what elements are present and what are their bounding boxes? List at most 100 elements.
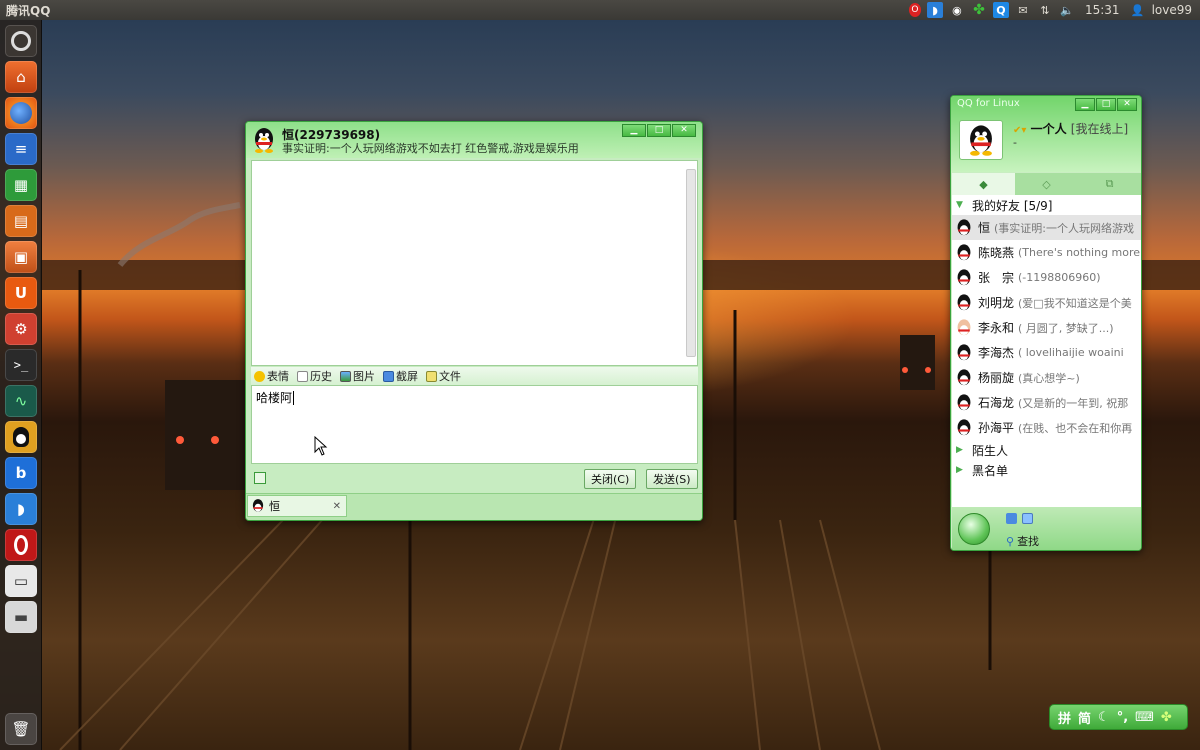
home-folder-button[interactable]: ⌂ [5,61,37,93]
friend-row[interactable]: 恒 (事实证明:一个人玩网络游戏 [952,215,1141,240]
emoticon-button[interactable]: 表情 [254,368,289,384]
expanded-arrow-icon: ▼ [956,200,963,210]
message-history[interactable] [251,160,698,366]
maximize-icon[interactable]: □ [1096,98,1116,111]
main-menu-button[interactable] [958,513,990,545]
close-chat-button[interactable]: 关闭(C) [584,469,637,489]
send-button[interactable]: 发送(S) [646,469,698,489]
group-chat-icon: ◇ [1042,177,1051,191]
minimize-icon[interactable]: ▁ [622,124,646,137]
opera-logo-icon [14,535,28,555]
tab-groups[interactable]: ◇ [1015,173,1078,195]
friend-row[interactable]: 石海龙 (又是新的一年到, 祝那 [952,390,1141,415]
message-scrollbar[interactable] [686,169,696,357]
clover-icon[interactable]: ✤ [971,2,987,18]
dash-home-button[interactable] [5,25,37,57]
close-icon[interactable]: ✕ [1117,98,1137,111]
group-my-friends[interactable]: ▼ 我的好友 [5/9] [952,195,1141,215]
image-button[interactable]: 图片 [340,368,375,384]
friend-avatar-icon [957,418,971,435]
friend-row[interactable]: 李海杰( lovelihaijie woaini [952,340,1141,365]
chat-window[interactable]: 恒(229739698) 事实证明:一个人玩网络游戏不如去打 红色警戒,游戏是娱… [245,121,703,521]
history-icon [297,370,308,382]
chat-tab[interactable]: 恒 ✕ [247,495,347,517]
ubuntu-one-icon: U [14,284,28,302]
friend-row[interactable]: 刘明龙 (爱□我不知道这是个美 [952,290,1141,315]
friend-row[interactable]: 李永和( 月圆了, 梦缺了...) [952,315,1141,340]
friend-name: 李永和 [978,321,1015,335]
trash-button[interactable]: 🗑 [5,713,37,745]
input-method-bar[interactable]: 拼 简 ☾ °, ⌨ ✤ [1049,704,1188,730]
volume-icon[interactable]: 🔈 [1059,2,1075,18]
qq-launcher-button[interactable] [5,421,37,453]
minimize-icon[interactable]: ▁ [1075,98,1095,111]
ime-logo-icon[interactable]: ✤ [1161,710,1172,725]
system-monitor-button[interactable]: ∿ [5,385,37,417]
font-settings-icon[interactable] [254,472,266,484]
window-controls: ▁ □ ✕ [622,124,696,137]
software-center-button[interactable]: ▣ [5,241,37,273]
friend-signature: (又是新的一年到, 祝那 [1018,396,1129,410]
qq-main-panel[interactable]: QQ for Linux ▁ □ ✕ ✔▾ 一个人 [我在线上] - ◆ ◇ ⧉ [950,95,1142,551]
writer-button[interactable]: ≡ [5,133,37,165]
screenshot-button[interactable]: 截屏 [383,368,418,384]
settings-wrench-icon[interactable] [1006,513,1017,524]
calc-button[interactable]: ▦ [5,169,37,201]
chat-header: 恒(229739698) 事实证明:一个人玩网络游戏不如去打 红色警戒,游戏是娱… [246,122,702,158]
find-button[interactable]: ⚲ 查找 [1006,533,1039,549]
picture-icon [340,370,351,382]
rss-reader-button[interactable]: ◗ [5,493,37,525]
baidu-button[interactable]: b [5,457,37,489]
tab-recent[interactable]: ⧉ [1078,173,1141,195]
window-icon: ▭ [13,572,29,590]
keyboard-icon[interactable]: ⌨ [1135,710,1154,725]
file-button[interactable]: 文件 [426,368,461,384]
window-app-button[interactable]: ▭ [5,565,37,597]
half-width-moon-icon[interactable]: ☾ [1098,710,1110,725]
tab-close-icon[interactable]: ✕ [333,501,341,512]
punctuation-icon[interactable]: °, [1117,710,1128,725]
maximize-icon[interactable]: □ [647,124,671,137]
friend-name: 李海杰 [978,346,1015,360]
history-label: 历史 [310,370,332,383]
qq-penguin-icon [13,427,29,447]
contact-signature: 事实证明:一个人玩网络游戏不如去打 红色警戒,游戏是娱乐用 [282,142,579,155]
rss-feed-icon: ◗ [17,500,25,518]
history-button[interactable]: 历史 [297,368,332,384]
chat-tab-strip: 恒 ✕ [246,493,702,520]
terminal-button[interactable]: >_ [5,349,37,381]
friend-avatar-icon [957,343,971,360]
system-settings-button[interactable]: ⚙ [5,313,37,345]
qq-icon[interactable]: ◉ [949,2,965,18]
friend-row[interactable]: 陈晓燕 (There's nothing more [952,240,1141,265]
screenshot-label: 截屏 [396,370,418,383]
self-avatar[interactable] [959,120,1003,160]
disk-drive-button[interactable]: ▬ [5,601,37,633]
tab-contacts[interactable]: ◆ [952,173,1015,195]
self-signature[interactable]: - [1013,136,1017,149]
image-label: 图片 [353,370,375,383]
friend-row[interactable]: 孙海平 (在贱、也不会在和你再 [952,415,1141,440]
simplified-mode[interactable]: 简 [1078,708,1091,727]
opera-icon[interactable]: O [908,3,921,17]
clock[interactable]: 15:31 [1085,3,1120,17]
close-icon[interactable]: ✕ [672,124,696,137]
network-icon[interactable]: ⇅ [1037,2,1053,18]
rss-icon[interactable]: ◗ [926,2,943,18]
friend-row[interactable]: 杨丽旋 (真心想学~) [952,365,1141,390]
opera-button[interactable] [5,529,37,561]
group-blacklist[interactable]: ▶ 黑名单 [952,460,1141,480]
mail-icon[interactable]: ✉ [1015,2,1031,18]
user-icon[interactable]: 👤 [1130,2,1146,18]
firefox-button[interactable] [5,97,37,129]
friend-row[interactable]: 张 宗 (-1198806960) [952,265,1141,290]
ubuntu-one-button[interactable]: U [5,277,37,309]
pinyin-mode[interactable]: 拼 [1058,708,1071,727]
qq-browser-icon[interactable]: Q [992,2,1009,18]
self-name-status[interactable]: ✔▾ 一个人 [我在线上] [1013,120,1128,137]
group-strangers[interactable]: ▶ 陌生人 [952,440,1141,460]
impress-button[interactable]: ▤ [5,205,37,237]
folder-icon: ⌂ [16,68,26,86]
message-manager-icon[interactable] [1022,513,1033,524]
username[interactable]: love99 [1152,3,1192,17]
